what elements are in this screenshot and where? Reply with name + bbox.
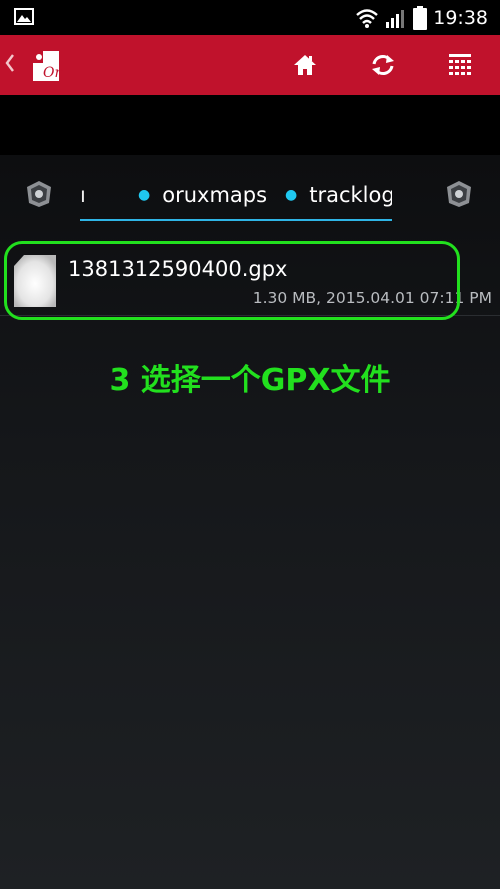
logo-text: Ori <box>43 65 63 81</box>
toolbar-spacer <box>0 95 500 155</box>
breadcrumb-path: ı ●oruxmaps ●tracklogs <box>80 173 392 221</box>
grid-menu-button[interactable] <box>440 47 480 83</box>
refresh-button[interactable] <box>363 47 403 83</box>
file-list-item[interactable]: 1381312590400.gpx 1.30 MB, 2015.04.01 07… <box>0 247 500 319</box>
scroll-left-icon[interactable] <box>24 179 54 209</box>
file-browser: ı ●oruxmaps ●tracklogs 1381 <box>0 155 500 889</box>
file-meta: 1.30 MB, 2015.04.01 07:11 PM <box>252 289 492 307</box>
grid-menu-icon <box>449 54 471 75</box>
file-name: 1381312590400.gpx <box>68 257 288 281</box>
signal-icon <box>386 9 405 28</box>
battery-icon <box>413 5 428 30</box>
app-logo[interactable]: Ori <box>31 49 66 83</box>
wifi-icon <box>356 8 379 28</box>
instruction-annotation: 3 选择一个GPX文件 <box>109 363 391 398</box>
back-chevron-icon[interactable] <box>3 52 17 74</box>
scroll-right-icon[interactable] <box>444 179 474 209</box>
home-button[interactable] <box>285 47 325 83</box>
image-notification-icon <box>14 8 34 25</box>
home-icon <box>294 55 316 75</box>
breadcrumb-item-tracklogs[interactable]: ●tracklogs <box>285 183 392 207</box>
breadcrumb-item-oruxmaps[interactable]: ● oruxmaps <box>138 183 267 207</box>
file-icon <box>14 255 56 307</box>
divider <box>0 315 500 316</box>
bullet-icon: ● <box>138 187 151 203</box>
app-bar: Ori <box>0 35 500 95</box>
breadcrumb-partial: ı <box>80 183 86 207</box>
refresh-icon <box>372 55 394 75</box>
status-time: 19:38 <box>433 6 488 29</box>
status-bar: 19:38 <box>0 0 500 35</box>
bullet-icon: ● <box>285 187 298 203</box>
breadcrumb: ı ●oruxmaps ●tracklogs <box>0 155 500 235</box>
